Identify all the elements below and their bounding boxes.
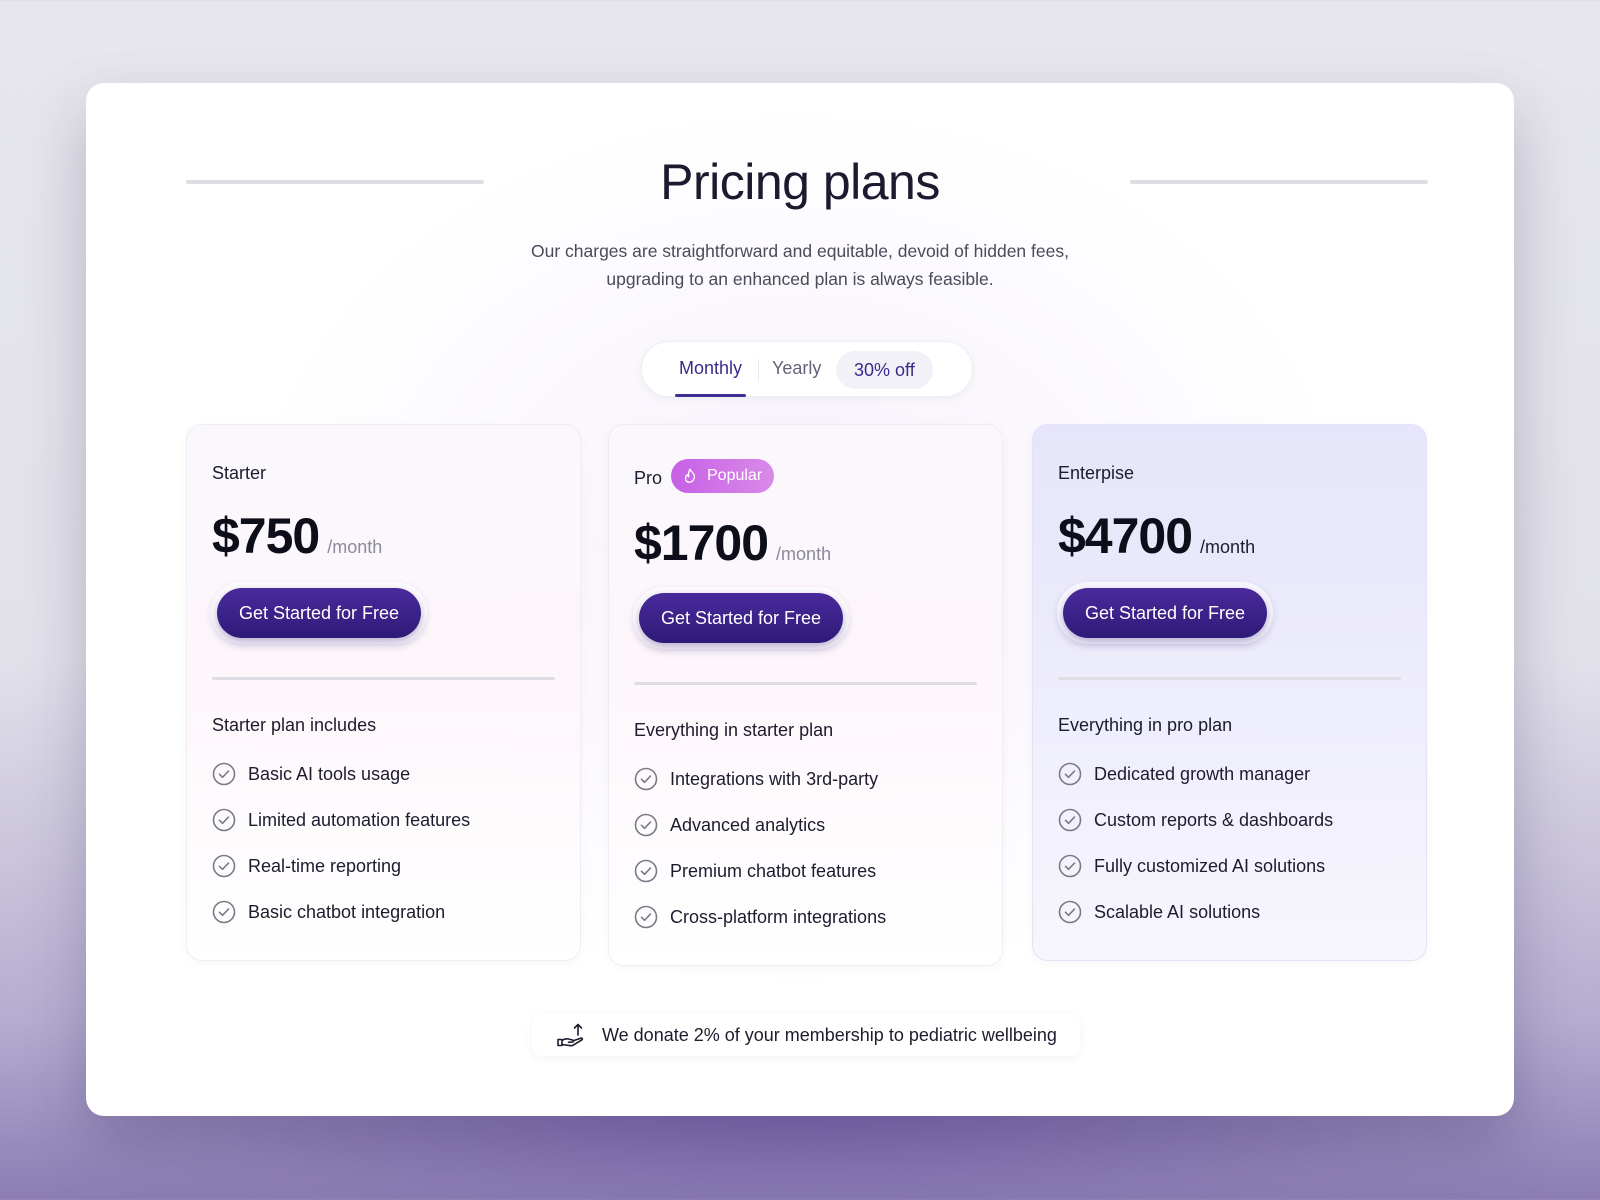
list-item: Custom reports & dashboards (1058, 797, 1333, 843)
feature-text: Real-time reporting (248, 855, 402, 876)
tab-monthly[interactable]: Monthly (674, 358, 747, 397)
includes-title: Everything in starter plan (634, 720, 834, 740)
page-subtitle: Our charges are straightforward and equi… (86, 237, 1514, 293)
feature-text: Fully customized AI solutions (1094, 855, 1326, 876)
feature-text: Integrations with 3rd-party (670, 768, 879, 789)
popular-badge: Popular (671, 459, 775, 493)
plan-divider (1058, 677, 1401, 680)
get-started-button[interactable]: Get Started for Free (639, 593, 844, 643)
feature-list: Dedicated growth manager Custom reports … (1058, 751, 1333, 935)
feature-text: Advanced analytics (670, 814, 826, 835)
plan-name: Enterpise (1058, 463, 1135, 483)
get-started-button[interactable]: Get Started for Free (1063, 588, 1268, 638)
list-item: Advanced analytics (634, 802, 886, 848)
feature-list: Basic AI tools usage Limited automation … (212, 751, 470, 935)
list-item: Real-time reporting (212, 843, 470, 889)
tab-yearly[interactable]: Yearly (772, 358, 821, 379)
feature-text: Premium chatbot features (670, 860, 877, 881)
feature-text: Basic AI tools usage (248, 763, 411, 784)
feature-text: Limited automation features (248, 809, 471, 830)
toggle-divider (758, 359, 759, 381)
donation-note: We donate 2% of your membership to pedia… (532, 1014, 1080, 1056)
price-period: /month (776, 544, 832, 564)
cta-wrapper: Get Started for Free (1057, 582, 1274, 644)
list-item: Fully customized AI solutions (1058, 843, 1333, 889)
plan-card-starter: Starter $750/month Get Started for Free … (186, 424, 581, 961)
includes-title: Starter plan includes (212, 715, 377, 735)
check-circle-icon (212, 808, 236, 832)
billing-toggle: Monthly Yearly 30% off (641, 341, 973, 397)
price-period: /month (1200, 537, 1256, 557)
list-item: Basic chatbot integration (212, 889, 470, 935)
plan-divider (212, 677, 555, 680)
list-item: Premium chatbot features (634, 848, 886, 894)
check-circle-icon (1058, 762, 1082, 786)
check-circle-icon (634, 813, 658, 837)
plan-divider (634, 682, 977, 685)
badge-label: Popular (707, 467, 763, 484)
get-started-button[interactable]: Get Started for Free (217, 588, 422, 638)
discount-badge[interactable]: 30% off (836, 351, 933, 389)
pricing-card: Pricing plans Our charges are straightfo… (86, 83, 1514, 1116)
list-item: Dedicated growth manager (1058, 751, 1333, 797)
page-title: Pricing plans (660, 154, 940, 210)
check-circle-icon (1058, 808, 1082, 832)
plan-price: $1700/month (634, 514, 831, 572)
plan-card-enterprise: Enterpise $4700/month Get Started for Fr… (1032, 424, 1427, 961)
price-period: /month (327, 537, 383, 557)
subtitle-line-1: Our charges are straightforward and equi… (531, 241, 1069, 261)
plan-price: $750/month (212, 507, 382, 565)
plan-price: $4700/month (1058, 507, 1255, 565)
plan-card-pro: Pro Popular $1700/month Get Started for … (608, 424, 1003, 966)
check-circle-icon (634, 767, 658, 791)
check-circle-icon (212, 900, 236, 924)
feature-text: Custom reports & dashboards (1094, 809, 1334, 830)
feature-text: Basic chatbot integration (248, 901, 446, 922)
cta-wrapper: Get Started for Free (211, 582, 428, 644)
list-item: Integrations with 3rd-party (634, 756, 886, 802)
check-circle-icon (1058, 900, 1082, 924)
price-value: $750 (212, 508, 320, 564)
check-circle-icon (1058, 854, 1082, 878)
subtitle-line-2: upgrading to an enhanced plan is always … (606, 269, 994, 289)
list-item: Scalable AI solutions (1058, 889, 1333, 935)
flame-icon (684, 468, 696, 483)
check-circle-icon (634, 859, 658, 883)
list-item: Limited automation features (212, 797, 470, 843)
list-item: Cross-platform integrations (634, 894, 886, 940)
donation-text: We donate 2% of your membership to pedia… (602, 1024, 1057, 1045)
plan-name: Starter (212, 463, 267, 483)
plan-name: Pro (634, 468, 663, 488)
cta-wrapper: Get Started for Free (633, 587, 850, 649)
hand-donate-icon (557, 1023, 584, 1047)
list-item: Basic AI tools usage (212, 751, 470, 797)
check-circle-icon (634, 905, 658, 929)
feature-text: Dedicated growth manager (1094, 763, 1311, 784)
feature-text: Cross-platform integrations (670, 906, 887, 927)
price-value: $1700 (634, 515, 769, 571)
includes-title: Everything in pro plan (1058, 715, 1233, 735)
feature-text: Scalable AI solutions (1094, 901, 1261, 922)
check-circle-icon (212, 762, 236, 786)
feature-list: Integrations with 3rd-party Advanced ana… (634, 756, 886, 940)
check-circle-icon (212, 854, 236, 878)
price-value: $4700 (1058, 508, 1193, 564)
